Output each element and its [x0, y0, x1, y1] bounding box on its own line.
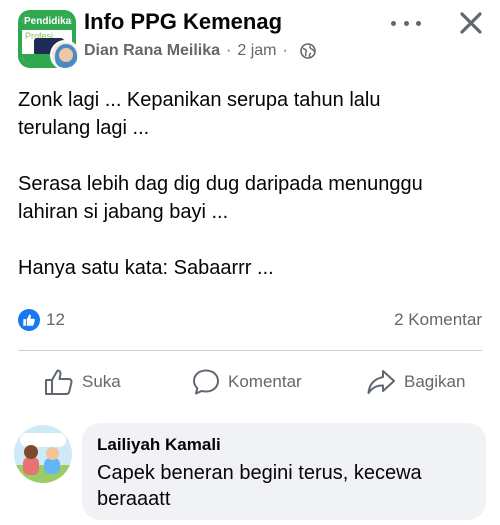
- author-name[interactable]: Dian Rana Meilika: [84, 42, 220, 60]
- post-line: Serasa lebih dag dig dug daripada menung…: [18, 173, 423, 195]
- more-options-icon[interactable]: [391, 10, 421, 36]
- post-line: lahiran si jabang bayi ...: [18, 201, 229, 223]
- comment-bubble: Lailiyah Kamali Capek beneran begini ter…: [82, 423, 486, 520]
- comment-text: Capek beneran begini terus, kecewa beraa…: [97, 462, 422, 510]
- post-body: Zonk lagi ... Kepanikan serupa tahun lal…: [18, 86, 488, 282]
- share-button[interactable]: Bagikan: [366, 366, 465, 398]
- divider: [18, 350, 482, 351]
- post-header: Pendidikan Profesi Info PPG Kemenag Dian…: [0, 0, 500, 78]
- like-button[interactable]: Suka: [44, 366, 121, 398]
- comment-button-label: Komentar: [228, 372, 302, 391]
- share-button-label: Bagikan: [404, 372, 466, 391]
- post-line: terulang lagi ...: [18, 117, 150, 139]
- post-line: Hanya satu kata: Sabaarrr ...: [18, 257, 274, 279]
- group-name[interactable]: Info PPG Kemenag: [84, 9, 282, 35]
- reaction-count: 12: [46, 310, 65, 329]
- reaction-summary[interactable]: 12: [18, 308, 65, 332]
- like-button-label: Suka: [82, 372, 121, 391]
- like-icon: [18, 309, 40, 331]
- group-logo-text: Pendidikan: [24, 16, 72, 27]
- commenter-name[interactable]: Lailiyah Kamali: [97, 435, 221, 455]
- meta-separator: ·: [282, 42, 288, 59]
- post-time[interactable]: 2 jam: [237, 42, 276, 60]
- thumbs-up-icon: [45, 369, 73, 395]
- close-icon[interactable]: [456, 8, 486, 38]
- meta-separator: ·: [226, 42, 232, 59]
- comment-icon: [193, 369, 219, 395]
- comment-button[interactable]: Komentar: [192, 366, 302, 398]
- post-meta: Dian Rana Meilika · 2 jam ·: [84, 42, 316, 60]
- share-icon: [367, 370, 395, 394]
- globe-icon: [300, 43, 316, 59]
- post-line: Zonk lagi ... Kepanikan serupa tahun lal…: [18, 89, 381, 111]
- author-avatar[interactable]: [50, 40, 80, 70]
- commenter-avatar[interactable]: [14, 425, 72, 483]
- comment-count-link[interactable]: 2 Komentar: [394, 310, 482, 330]
